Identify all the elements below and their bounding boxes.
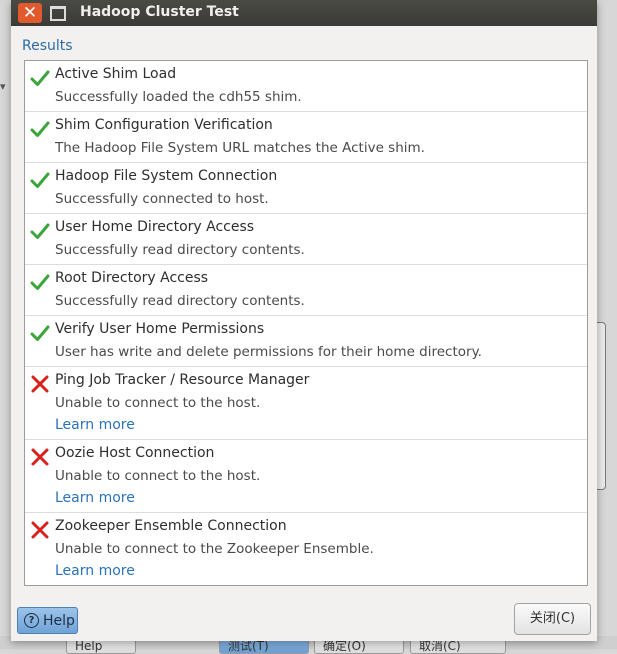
result-title: Active Shim Load bbox=[55, 66, 177, 82]
background-panel bbox=[597, 322, 606, 490]
result-title: Verify User Home Permissions bbox=[55, 321, 265, 337]
result-title: Oozie Host Connection bbox=[55, 445, 215, 461]
background-arrow-icon: ▾ bbox=[0, 80, 6, 93]
help-button-label: Help bbox=[43, 613, 75, 629]
results-label: Results bbox=[22, 38, 73, 54]
result-message: Successfully connected to host. bbox=[55, 191, 269, 207]
result-message: Unable to connect to the Zookeeper Ensem… bbox=[55, 541, 374, 557]
check-icon bbox=[30, 171, 50, 189]
help-icon: ? bbox=[24, 613, 39, 628]
check-icon bbox=[30, 324, 50, 342]
maximize-icon[interactable] bbox=[50, 6, 66, 21]
result-title: Root Directory Access bbox=[55, 270, 209, 286]
result-item: Active Shim Load Successfully loaded the … bbox=[25, 61, 587, 112]
cross-icon bbox=[30, 375, 50, 393]
title-bar: ✕ Hadoop Cluster Test bbox=[11, 0, 597, 26]
result-message: Successfully read directory contents. bbox=[55, 242, 305, 258]
result-item: Zookeeper Ensemble Connection Unable to c… bbox=[25, 513, 587, 585]
result-item: Verify User Home Permissions User has wri… bbox=[25, 316, 587, 367]
check-icon bbox=[30, 273, 50, 291]
result-title: Zookeeper Ensemble Connection bbox=[55, 518, 287, 534]
result-message: Successfully read directory contents. bbox=[55, 293, 305, 309]
check-icon bbox=[30, 222, 50, 240]
result-title: User Home Directory Access bbox=[55, 219, 255, 235]
result-item: User Home Directory Access Successfully r… bbox=[25, 214, 587, 265]
learn-more-link[interactable]: Learn more bbox=[55, 490, 135, 506]
learn-more-link[interactable]: Learn more bbox=[55, 563, 135, 579]
check-icon bbox=[30, 120, 50, 138]
result-message: Unable to connect to the host. bbox=[55, 395, 261, 411]
result-title: Ping Job Tracker / Resource Manager bbox=[55, 372, 310, 388]
close-icon: ✕ bbox=[22, 3, 38, 23]
result-message: Unable to connect to the host. bbox=[55, 468, 261, 484]
result-item: Root Directory Access Successfully read d… bbox=[25, 265, 587, 316]
result-message: Successfully loaded the cdh55 shim. bbox=[55, 89, 302, 105]
learn-more-link[interactable]: Learn more bbox=[55, 417, 135, 433]
result-item: Hadoop File System Connection Successfull… bbox=[25, 163, 587, 214]
window-close-button[interactable]: ✕ bbox=[18, 3, 42, 23]
result-item: Oozie Host Connection Unable to connect t… bbox=[25, 440, 587, 513]
result-message: The Hadoop File System URL matches the A… bbox=[55, 140, 425, 156]
help-button[interactable]: ? Help bbox=[17, 607, 78, 634]
result-title: Hadoop File System Connection bbox=[55, 168, 278, 184]
check-icon bbox=[30, 69, 50, 87]
result-item: Ping Job Tracker / Resource Manager Unabl… bbox=[25, 367, 587, 440]
result-item: Shim Configuration Verification The Hadoo… bbox=[25, 112, 587, 163]
results-list[interactable]: Active Shim Load Successfully loaded the … bbox=[24, 60, 588, 586]
result-message: User has write and delete permissions fo… bbox=[55, 344, 482, 360]
window-title: Hadoop Cluster Test bbox=[80, 4, 239, 20]
cross-icon bbox=[30, 448, 50, 466]
result-title: Shim Configuration Verification bbox=[55, 117, 273, 133]
cross-icon bbox=[30, 521, 50, 539]
close-button[interactable]: 关闭(C) bbox=[514, 603, 591, 635]
hadoop-cluster-test-dialog: ✕ Hadoop Cluster Test Results Active Shi… bbox=[11, 0, 597, 641]
